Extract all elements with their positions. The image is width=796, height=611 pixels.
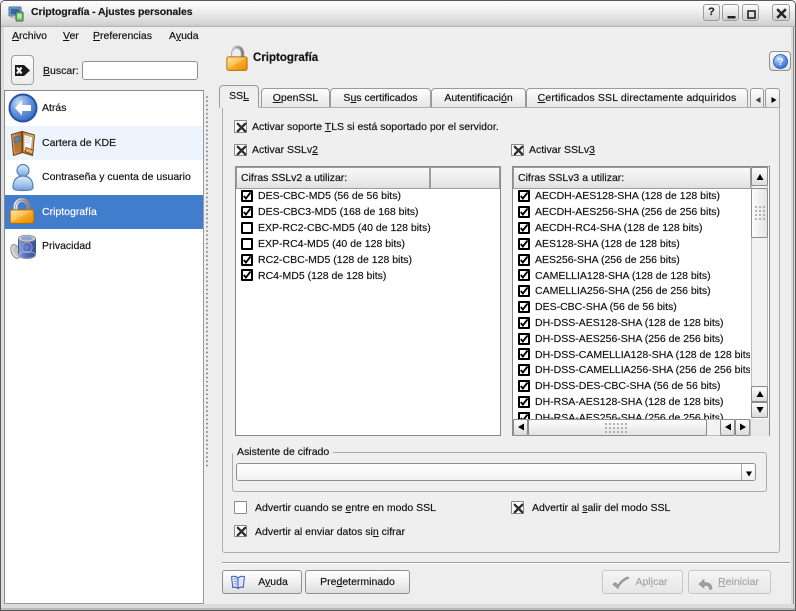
svg-text:?: ? (777, 57, 783, 68)
